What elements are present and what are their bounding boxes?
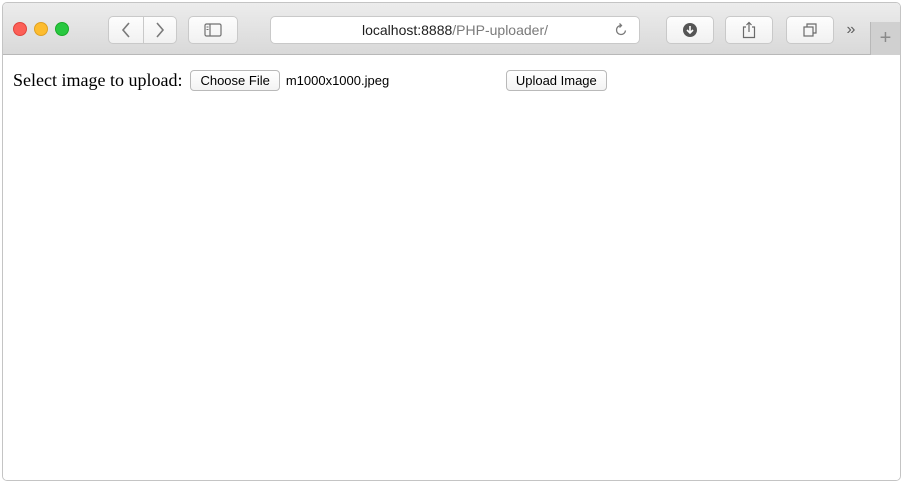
page-content: Select image to upload: Choose File m100…	[3, 56, 900, 480]
upload-image-button[interactable]: Upload Image	[505, 70, 607, 91]
upload-label: Select image to upload:	[13, 70, 183, 90]
download-icon	[683, 23, 697, 37]
share-button[interactable]	[725, 16, 773, 44]
tabs-icon	[803, 23, 817, 37]
toolbar-overflow-button[interactable]: »	[839, 16, 863, 44]
sidebar-toggle-button[interactable]	[188, 16, 238, 44]
navigation-buttons	[108, 16, 177, 44]
upload-form: Select image to upload: Choose File m100…	[13, 70, 607, 91]
sidebar-icon	[204, 23, 222, 37]
url-path: /PHP-uploader/	[452, 22, 548, 38]
tabs-overview-button[interactable]	[786, 16, 834, 44]
choose-file-button[interactable]: Choose File	[190, 70, 280, 91]
url-host: localhost:8888	[361, 22, 453, 38]
chevron-right-icon	[156, 22, 164, 38]
back-button[interactable]	[109, 17, 143, 43]
maximize-window-button[interactable]	[55, 22, 69, 36]
address-bar[interactable]: localhost:8888/PHP-uploader/	[270, 16, 640, 44]
new-tab-button[interactable]: +	[870, 22, 900, 55]
reload-icon[interactable]	[613, 22, 629, 38]
browser-toolbar: localhost:8888/PHP-uploader/ » +	[3, 3, 900, 55]
share-icon	[742, 21, 756, 39]
chevron-left-icon	[121, 22, 130, 38]
forward-button[interactable]	[142, 17, 177, 43]
close-window-button[interactable]	[13, 22, 27, 36]
selected-file-name: m1000x1000.jpeg	[285, 73, 390, 88]
downloads-button[interactable]	[666, 16, 714, 44]
browser-window: localhost:8888/PHP-uploader/ » + Select …	[2, 2, 901, 481]
minimize-window-button[interactable]	[34, 22, 48, 36]
